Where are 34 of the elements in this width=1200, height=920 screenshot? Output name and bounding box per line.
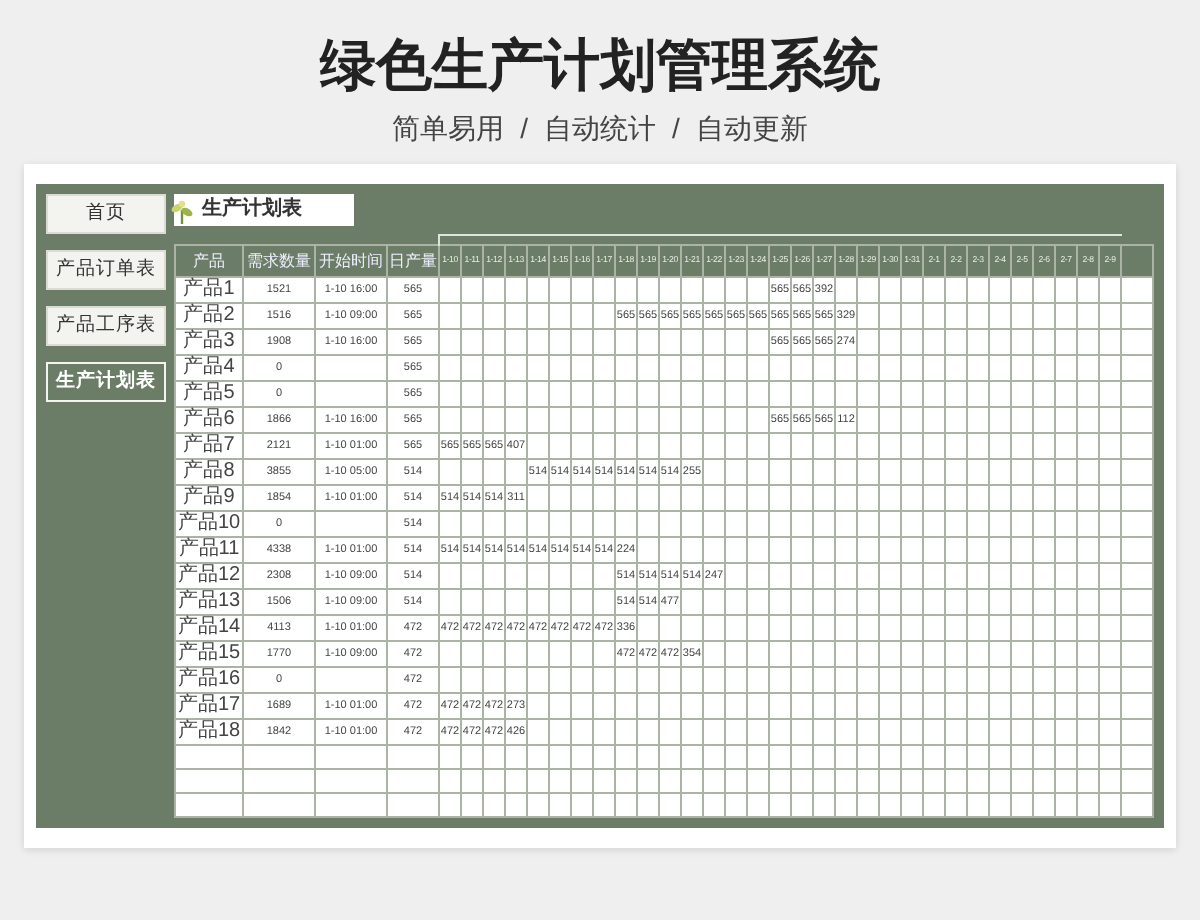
table-cell: 产品17 (175, 693, 243, 719)
plant-icon (168, 198, 196, 226)
table-cell: 产品12 (175, 563, 243, 589)
table-cell: 产品13 (175, 589, 243, 615)
sidebar-button[interactable]: 首页 (46, 194, 166, 234)
table-cell: 产品14 (175, 615, 243, 641)
table-cell: 产品10 (175, 511, 243, 537)
table-cell: 产品1 (175, 277, 243, 303)
table-cell: 产品18 (175, 719, 243, 745)
column-header: 日产量 (387, 245, 439, 277)
table-cell: 产品9 (175, 485, 243, 511)
table-cell: 产品7 (175, 433, 243, 459)
page-title: 绿色生产计划管理系统 (320, 32, 880, 100)
sidebar-button[interactable]: 产品订单表 (46, 250, 166, 290)
table-cell: 产品11 (175, 537, 243, 563)
subtitle-text: / (520, 110, 528, 148)
table-cell: 产品5 (175, 381, 243, 407)
subtitle-text: / (672, 110, 680, 148)
column-header: 开始时间 (315, 245, 387, 277)
subtitle-text: 自动统计 (544, 110, 656, 148)
table-cell: 产品8 (175, 459, 243, 485)
column-header: 产品 (175, 245, 243, 277)
sidebar-button[interactable]: 产品工序表 (46, 306, 166, 346)
table-cell: 产品15 (175, 641, 243, 667)
table-cell: 产品6 (175, 407, 243, 433)
table-cell: 产品3 (175, 329, 243, 355)
subtitle-text: 自动更新 (695, 110, 808, 148)
table-cell: 产品16 (175, 667, 243, 693)
sidebar-button[interactable]: 生产计划表 (46, 362, 166, 402)
table-cell: 产品2 (175, 303, 243, 329)
column-header: 需求数量 (243, 245, 315, 277)
table-cell: 产品4 (175, 355, 243, 381)
sheet-title: 生产计划表 (174, 194, 354, 226)
subtitle-text: 简单易用 (392, 110, 505, 148)
